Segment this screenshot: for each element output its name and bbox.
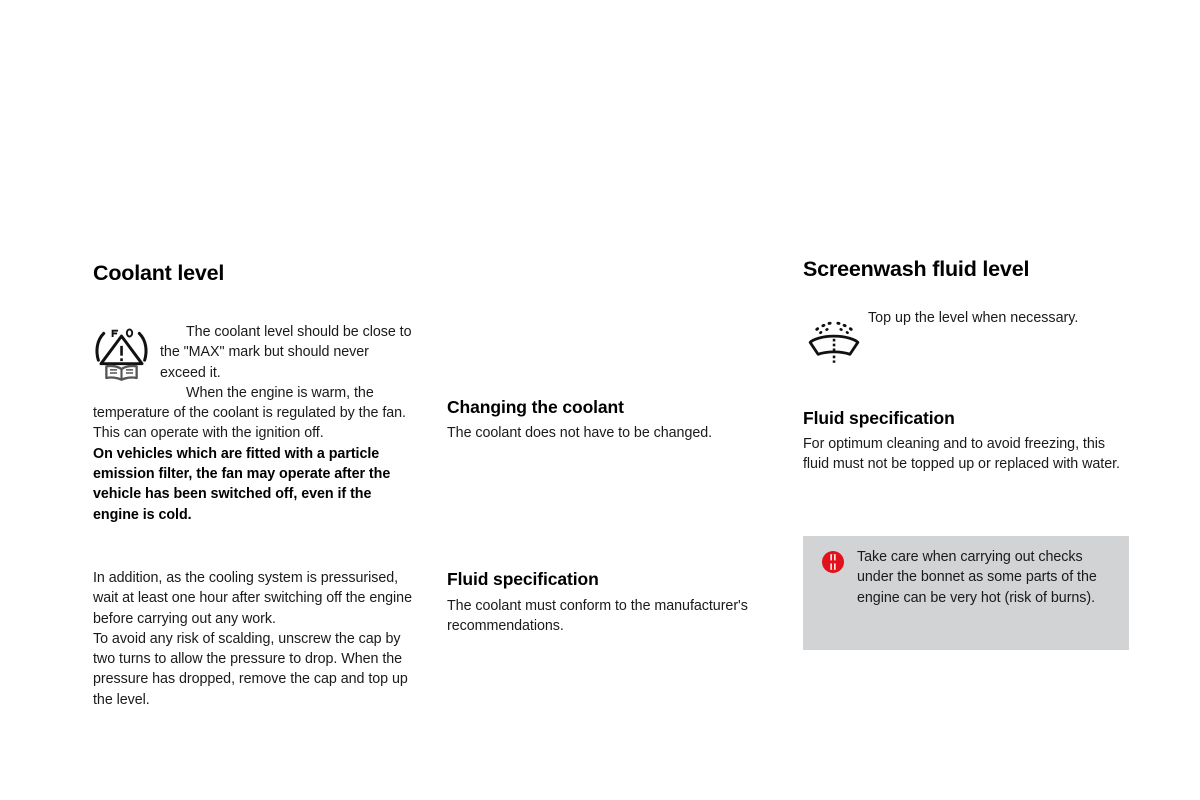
changing-the-coolant-body: The coolant does not have to be changed. bbox=[447, 425, 713, 442]
screenwash-fluid-specification-body: For optimum cleaning and to avoid freezi… bbox=[803, 435, 1120, 473]
coolant-paragraph-5: To avoid any risk of scalding, unscrew t… bbox=[93, 630, 408, 708]
red-warning-icon bbox=[821, 550, 845, 574]
screenwash-intro-row: Top up the level when necessary. bbox=[803, 308, 1133, 364]
coolant-level-body-continued: In addition, as the cooling system is pr… bbox=[93, 568, 415, 710]
warning-triangle-manual-icon bbox=[93, 324, 150, 382]
screenwash-intro-text: Top up the level when necessary. bbox=[868, 309, 1079, 326]
changing-the-coolant-heading: Changing the coolant bbox=[447, 397, 624, 417]
coolant-paragraph-2: When the engine is warm, the temperature… bbox=[93, 384, 406, 442]
coolant-paragraph-3: On vehicles which are fitted with a part… bbox=[93, 445, 391, 523]
screenwash-section: Screenwash fluid level Top up the level … bbox=[803, 257, 1133, 474]
warning-callout-text: Take care when carrying out checks under… bbox=[857, 549, 1097, 606]
middle-column: Changing the coolant The coolant does no… bbox=[447, 262, 767, 636]
coolant-level-section: Coolant level bbox=[93, 261, 413, 286]
screenwash-heading: Screenwash fluid level bbox=[803, 257, 1030, 281]
coolant-paragraph-4: In addition, as the cooling system is pr… bbox=[93, 570, 412, 627]
screenwash-fluid-specification-heading: Fluid specification bbox=[803, 407, 955, 428]
document-page: Coolant level The coolant level should b… bbox=[0, 0, 1200, 800]
coolant-level-heading: Coolant level bbox=[93, 261, 225, 285]
windscreen-washer-icon bbox=[805, 318, 863, 364]
coolant-level-body: The coolant level should be close to the… bbox=[93, 322, 413, 525]
warning-callout-box: Take care when carrying out checks under… bbox=[803, 536, 1129, 650]
coolant-fluid-specification-body: The coolant must conform to the manufact… bbox=[447, 597, 748, 634]
coolant-fluid-specification-heading: Fluid specification bbox=[447, 569, 599, 590]
